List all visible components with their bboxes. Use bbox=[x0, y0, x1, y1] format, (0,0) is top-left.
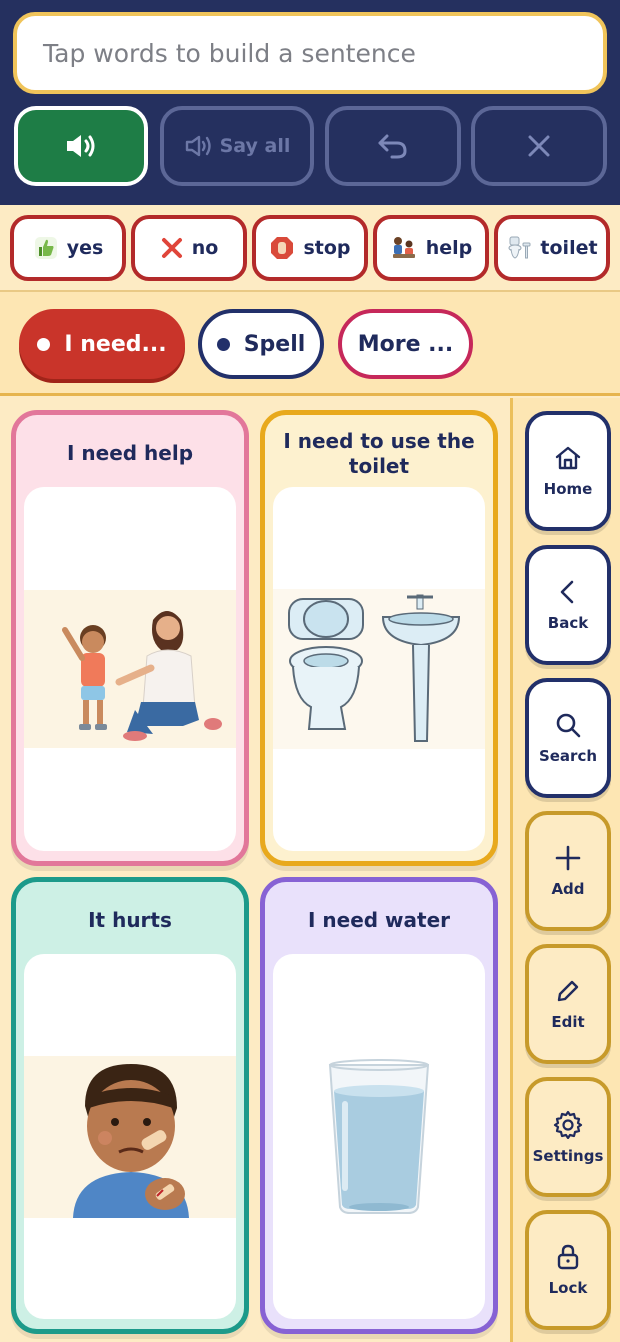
say-all-button[interactable]: Say all bbox=[160, 106, 314, 186]
card-title: I need water bbox=[307, 908, 450, 932]
tab-more[interactable]: More ... bbox=[338, 309, 473, 379]
nav-label: Settings bbox=[532, 1147, 604, 1165]
clear-button[interactable] bbox=[471, 106, 607, 186]
toilet-icon bbox=[508, 236, 531, 259]
nav-add-button[interactable]: Add bbox=[525, 811, 611, 931]
quick-word-toilet[interactable]: toilet bbox=[494, 215, 610, 281]
top-bar: Tap words to build a sentence Say all bbox=[0, 0, 620, 205]
phrase-card-i-need-water[interactable]: I need water bbox=[260, 877, 498, 1334]
tab-spell[interactable]: Spell bbox=[198, 309, 324, 379]
quick-word-label: help bbox=[425, 237, 473, 259]
active-dot-icon bbox=[37, 337, 51, 351]
nav-label: Back bbox=[547, 614, 589, 632]
hurt-child-with-bandage-illustration bbox=[73, 1063, 189, 1218]
search-icon bbox=[556, 713, 581, 738]
card-title: It hurts bbox=[88, 908, 172, 932]
red-x-icon bbox=[161, 238, 182, 258]
nav-label: Search bbox=[538, 747, 598, 765]
close-icon bbox=[528, 135, 550, 157]
dot-icon bbox=[216, 337, 230, 351]
card-image bbox=[24, 954, 236, 1319]
sentence-placeholder: Tap words to build a sentence bbox=[43, 38, 416, 68]
phrase-card-i-need-help[interactable]: I need help bbox=[11, 410, 249, 866]
quick-word-label: no bbox=[191, 237, 219, 259]
quick-word-stop[interactable]: stop bbox=[252, 215, 368, 281]
tab-label: More ... bbox=[357, 331, 454, 357]
sentence-input[interactable]: Tap words to build a sentence bbox=[13, 12, 607, 94]
nav-label: Edit bbox=[551, 1013, 585, 1031]
tab-i-need[interactable]: I need... bbox=[19, 309, 185, 379]
category-tabs: I need... Spell More ... bbox=[0, 292, 620, 396]
help-people-icon bbox=[392, 237, 415, 258]
undo-icon bbox=[378, 134, 407, 159]
quick-word-label: toilet bbox=[540, 237, 598, 259]
toilet-and-sink-illustration bbox=[288, 594, 461, 742]
nav-label: Add bbox=[551, 880, 585, 898]
nav-label: Home bbox=[543, 480, 593, 498]
quick-word-no[interactable]: no bbox=[131, 215, 247, 281]
nav-settings-button[interactable]: Settings bbox=[525, 1077, 611, 1197]
card-image bbox=[273, 954, 485, 1319]
plus-icon bbox=[555, 845, 581, 871]
quick-word-label: yes bbox=[66, 237, 104, 259]
pencil-icon bbox=[557, 980, 579, 1002]
nav-search-button[interactable]: Search bbox=[525, 678, 611, 798]
gear-icon bbox=[553, 1110, 583, 1139]
phrase-grid: I need help I need to use the toilet It … bbox=[0, 398, 510, 1342]
quick-words-row: yes no stop help toilet bbox=[0, 205, 620, 292]
card-image bbox=[24, 487, 236, 851]
thumbs-up-icon bbox=[34, 237, 57, 259]
say-all-label: Say all bbox=[219, 135, 291, 157]
phrase-card-it-hurts[interactable]: It hurts bbox=[11, 877, 249, 1334]
tab-label: Spell bbox=[243, 331, 306, 357]
card-title: I need help bbox=[66, 441, 194, 465]
chevron-left-icon bbox=[560, 580, 574, 604]
stop-hand-icon bbox=[271, 237, 294, 259]
nav-lock-button[interactable]: Lock bbox=[525, 1210, 611, 1330]
nav-home-button[interactable]: Home bbox=[525, 411, 611, 531]
card-title: I need to use the toilet bbox=[283, 429, 475, 478]
tab-label: I need... bbox=[64, 331, 167, 357]
speaker-outline-icon bbox=[185, 135, 211, 157]
quick-word-label: stop bbox=[303, 237, 351, 259]
quick-word-help[interactable]: help bbox=[373, 215, 489, 281]
speak-button[interactable] bbox=[14, 106, 148, 186]
side-nav: Home Back Search Add Edit Settings Lock bbox=[510, 398, 620, 1342]
undo-button[interactable] bbox=[325, 106, 461, 186]
home-icon bbox=[555, 446, 581, 470]
nav-edit-button[interactable]: Edit bbox=[525, 944, 611, 1064]
phrase-card-use-toilet[interactable]: I need to use the toilet bbox=[260, 410, 498, 866]
adult-helping-child-illustration bbox=[62, 611, 222, 741]
glass-of-water-illustration bbox=[328, 1058, 430, 1214]
card-image bbox=[273, 487, 485, 851]
quick-word-yes[interactable]: yes bbox=[10, 215, 126, 281]
nav-label: Lock bbox=[548, 1279, 588, 1297]
speaker-icon bbox=[67, 135, 95, 157]
nav-back-button[interactable]: Back bbox=[525, 545, 611, 665]
lock-icon bbox=[557, 1244, 579, 1270]
